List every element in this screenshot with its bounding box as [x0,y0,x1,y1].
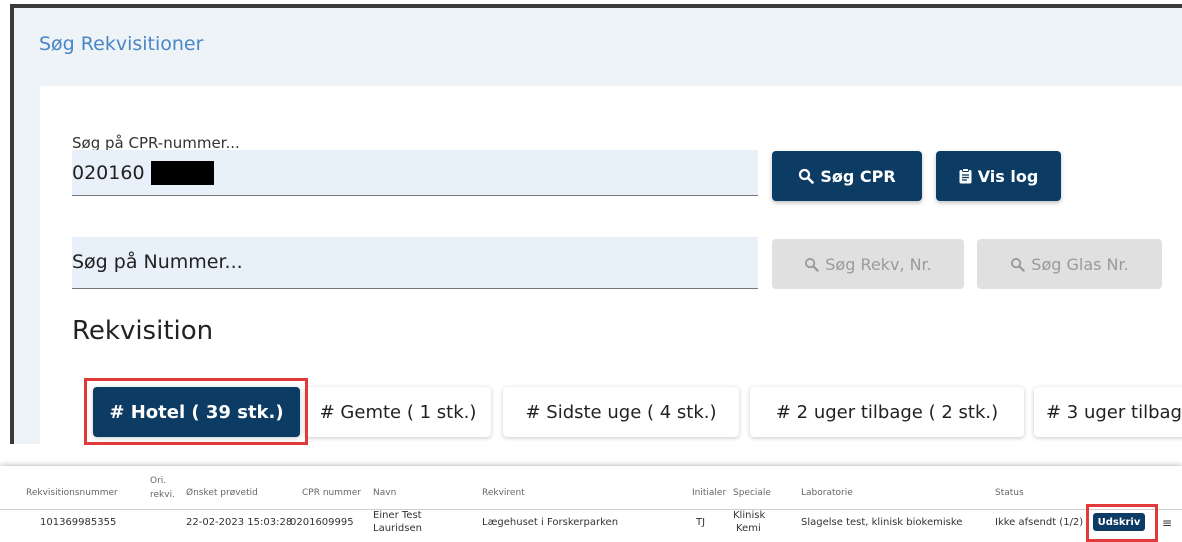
header-rekv-nr: Rekvisitionsnummer [26,488,118,498]
search-glas-button-label: Søg Glas Nr. [1031,254,1129,274]
header-speciale: Speciale [733,488,771,498]
search-glas-button[interactable]: Søg Glas Nr. [977,239,1162,289]
cell-laboratorie: Slagelse test, klinisk biokemiske [801,517,963,528]
header-rekvirent: Rekvirent [482,488,525,498]
search-icon [804,257,819,272]
search-panel-screenshot: Søg Rekvisitioner Søg på CPR-nummer... 0… [0,0,1182,446]
header-initialer: Initialer [692,488,727,498]
table-header-divider [0,509,1182,510]
cpr-input[interactable]: 020160 [72,150,758,196]
header-ori-line2: rekvi. [150,490,175,500]
results-table: Rekvisitionsnummer Ori. rekvi. Ønsket pr… [0,466,1182,542]
section-title: Rekvisition [72,316,214,346]
cell-speciale-line2: Kemi [736,523,761,534]
cell-proevetid: 22-02-2023 15:03:28 [186,517,293,528]
header-navn: Navn [373,488,397,498]
search-icon [1010,257,1025,272]
search-cpr-button-label: Søg CPR [820,166,896,186]
page-title: Søg Rekvisitioner [39,33,204,55]
tab-2-uger-tilbage[interactable]: # 2 uger tilbage ( 2 stk.) [750,387,1024,437]
highlight-box [1086,504,1158,542]
show-log-button[interactable]: Vis log [936,151,1061,201]
cell-speciale-line1: Klinisk [733,510,766,521]
cell-navn-line1: Einer Test [373,510,422,521]
cell-rekvirent: Lægehuset i Forskerparken [482,517,619,528]
search-cpr-button[interactable]: Søg CPR [772,151,922,201]
header-cpr: CPR nummer [302,488,362,498]
cell-initialer: TJ [696,517,706,528]
search-rekv-button[interactable]: Søg Rekv, Nr. [772,239,964,289]
header-laboratorie: Laboratorie [801,488,853,498]
tab-sidste-uge[interactable]: # Sidste uge ( 4 stk.) [503,387,739,437]
cell-navn-line2: Lauridsen [373,523,422,534]
highlight-box [84,378,308,445]
number-search-input[interactable]: Søg på Nummer... [72,237,758,289]
header-status: Status [995,488,1024,498]
show-log-button-label: Vis log [977,166,1039,186]
tab-3-uger-tilbage[interactable]: # 3 uger tilbag [1034,387,1182,437]
hamburger-menu-icon[interactable]: ≡ [1162,516,1172,530]
search-icon [798,168,815,184]
cell-cpr: 0201609995 [290,517,354,528]
cell-rekv-nr: 101369985355 [40,517,117,528]
redaction-box [151,161,214,185]
number-search-placeholder: Søg på Nummer... [72,251,243,273]
header-proevetid: Ønsket prøvetid [186,488,258,498]
cpr-input-value: 020160 [72,162,145,184]
tab-gemte[interactable]: # Gemte ( 1 stk.) [305,387,491,437]
clipboard-icon [959,168,972,184]
header-ori-line1: Ori. [150,476,167,486]
search-rekv-button-label: Søg Rekv, Nr. [825,254,932,274]
cell-status: Ikke afsendt (1/2) [995,517,1084,528]
